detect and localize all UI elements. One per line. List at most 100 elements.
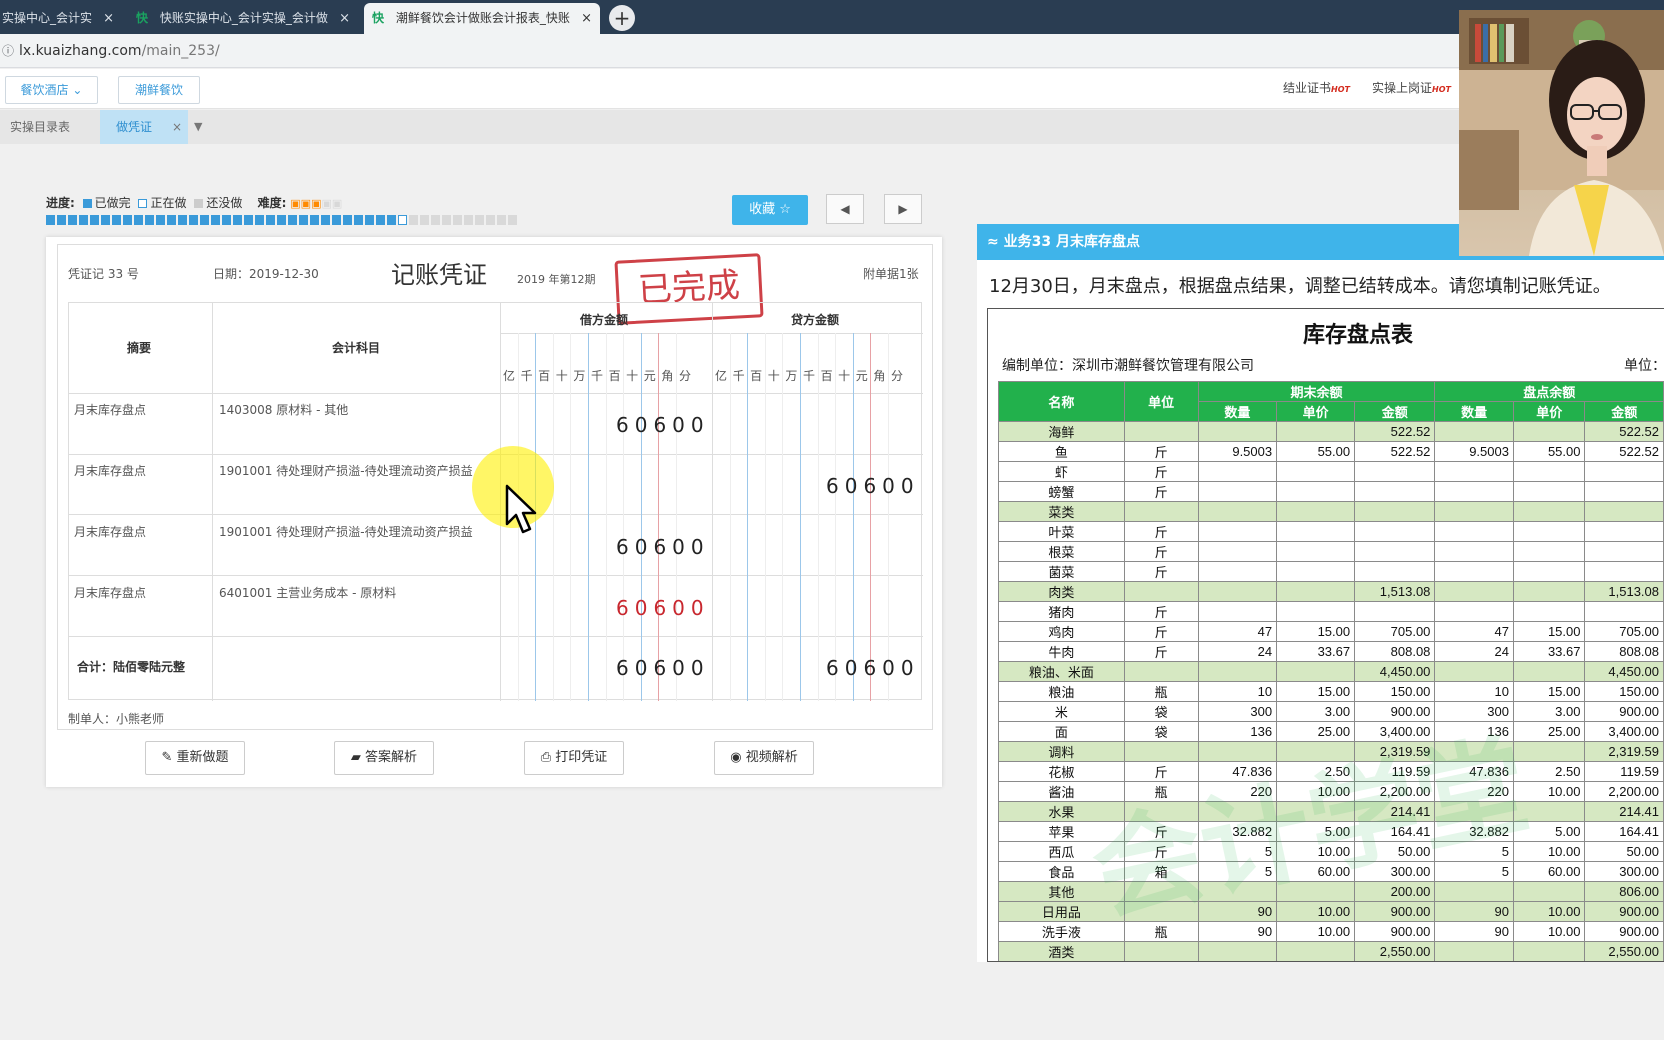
progress-segment[interactable]: [57, 215, 66, 225]
job-cert-link[interactable]: 实操上岗证HOT: [1372, 79, 1451, 96]
digit-header: 万: [573, 369, 586, 383]
progress-segment[interactable]: [244, 215, 253, 225]
progress-segment[interactable]: [442, 215, 451, 225]
legend-todo: 还没做: [206, 196, 243, 210]
progress-segment[interactable]: [46, 215, 55, 225]
progress-segment[interactable]: [398, 215, 407, 225]
cell-name: 鱼: [998, 441, 1125, 462]
progress-segment[interactable]: [211, 215, 220, 225]
progress-segment[interactable]: [354, 215, 363, 225]
progress-segment[interactable]: [266, 215, 275, 225]
progress-segment[interactable]: [167, 215, 176, 225]
info-icon[interactable]: ⓘ: [2, 34, 14, 68]
category-row: 菜类: [998, 501, 1664, 522]
progress-segment[interactable]: [90, 215, 99, 225]
progress-segment[interactable]: [68, 215, 77, 225]
url-text[interactable]: lx.kuaizhang.com/main_253/: [19, 34, 220, 68]
new-tab-button[interactable]: +: [609, 5, 635, 31]
prev-button[interactable]: ◀: [826, 194, 864, 224]
cell-q1: 136: [1197, 721, 1278, 742]
cell-p1: [1276, 541, 1356, 562]
close-icon[interactable]: ×: [103, 3, 114, 34]
inventory-table: 名称 单位 期末余额 盘点余额 数量 单价 金额 数量 单价 金额 海鲜 522.…: [998, 381, 1664, 961]
progress-segment[interactable]: [288, 215, 297, 225]
digit-header: 百: [608, 369, 621, 383]
table-row: 面袋 136 25.00 3,400.00 136 25.00 3,400.00: [998, 721, 1664, 742]
progress-segment[interactable]: [134, 215, 143, 225]
progress-segment[interactable]: [156, 215, 165, 225]
progress-segment[interactable]: [420, 215, 429, 225]
cell-unit: [1123, 741, 1199, 762]
tab-catalog[interactable]: 实操目录表: [10, 110, 70, 144]
progress-segment[interactable]: [387, 215, 396, 225]
row-debit: 60600: [616, 413, 710, 437]
redo-button[interactable]: ✎ 重新做题: [145, 741, 245, 775]
progress-segment[interactable]: [508, 215, 517, 225]
progress-segment[interactable]: [255, 215, 264, 225]
company-button[interactable]: 潮鲜餐饮: [118, 76, 200, 104]
cell-q1: [1197, 881, 1278, 902]
answer-button[interactable]: ▰ 答案解析: [334, 741, 434, 775]
table-row: 虾斤: [998, 461, 1664, 482]
digit-header: 角: [661, 369, 674, 383]
browser-tab[interactable]: 实操中心_会计实 ×: [0, 3, 122, 34]
progress-segment[interactable]: [189, 215, 198, 225]
cell-p1: 10.00: [1276, 901, 1356, 922]
progress-segment[interactable]: [365, 215, 374, 225]
close-icon[interactable]: ×: [339, 3, 350, 34]
progress-segment[interactable]: [299, 215, 308, 225]
video-button[interactable]: ◉ 视频解析: [714, 741, 814, 775]
cell-a1: 522.52: [1354, 441, 1436, 462]
progress-segment[interactable]: [464, 215, 473, 225]
progress-segment[interactable]: [112, 215, 121, 225]
cell-a2: [1584, 501, 1664, 522]
progress-segment[interactable]: [332, 215, 341, 225]
dropdown-icon[interactable]: ▼: [194, 110, 202, 144]
progress-segment[interactable]: [486, 215, 495, 225]
progress-segment[interactable]: [233, 215, 242, 225]
cell-q2: 47: [1434, 621, 1514, 642]
cell-p1: 10.00: [1276, 781, 1356, 802]
progress-segment[interactable]: [497, 215, 506, 225]
cell-a1: 3,400.00: [1354, 721, 1436, 742]
difficulty-label: 难度:: [257, 196, 287, 210]
favorite-button[interactable]: 收藏 ☆: [732, 195, 808, 225]
progress-segment[interactable]: [321, 215, 330, 225]
cell-p2: 3.00: [1512, 701, 1586, 722]
progress-segment[interactable]: [431, 215, 440, 225]
address-bar[interactable]: ⓘ lx.kuaizhang.com/main_253/: [0, 34, 1664, 68]
progress-segment[interactable]: [475, 215, 484, 225]
cert-link[interactable]: 结业证书HOT: [1283, 79, 1350, 96]
progress-segment[interactable]: [178, 215, 187, 225]
cell-name: 虾: [998, 461, 1125, 482]
cell-a1: [1354, 561, 1436, 582]
progress-segment[interactable]: [123, 215, 132, 225]
cell-a1: 200.00: [1354, 881, 1436, 902]
progress-segment[interactable]: [343, 215, 352, 225]
print-button[interactable]: ⎙ 打印凭证: [524, 741, 624, 775]
progress-segment[interactable]: [222, 215, 231, 225]
progress-segment[interactable]: [101, 215, 110, 225]
next-button[interactable]: ▶: [884, 194, 922, 224]
progress-segment[interactable]: [200, 215, 209, 225]
industry-select[interactable]: 餐饮酒店 ⌄: [5, 76, 98, 104]
progress-segment[interactable]: [453, 215, 462, 225]
progress-segment[interactable]: [277, 215, 286, 225]
cell-unit: [1123, 941, 1199, 961]
browser-tab[interactable]: 快 快账实操中心_会计实操_会计做 ×: [128, 3, 358, 34]
progress-segment[interactable]: [409, 215, 418, 225]
table-row: 洗手液瓶 90 10.00 900.00 90 10.00 900.00: [998, 921, 1664, 942]
close-icon[interactable]: ×: [172, 110, 182, 144]
browser-tab-active[interactable]: 快 潮鲜餐饮会计做账会计报表_快账 ×: [364, 3, 600, 34]
cell-unit: 斤: [1123, 621, 1199, 642]
header-summary: 摘要: [127, 341, 152, 355]
close-icon[interactable]: ×: [581, 3, 592, 34]
tab-title: 实操中心_会计实: [2, 11, 93, 25]
col-count: 盘点余额: [1434, 381, 1664, 402]
progress-segment[interactable]: [376, 215, 385, 225]
progress-segment[interactable]: [79, 215, 88, 225]
tab-voucher[interactable]: 做凭证 ×: [100, 110, 188, 144]
cell-a1: 150.00: [1354, 681, 1436, 702]
progress-segment[interactable]: [310, 215, 319, 225]
progress-segment[interactable]: [145, 215, 154, 225]
